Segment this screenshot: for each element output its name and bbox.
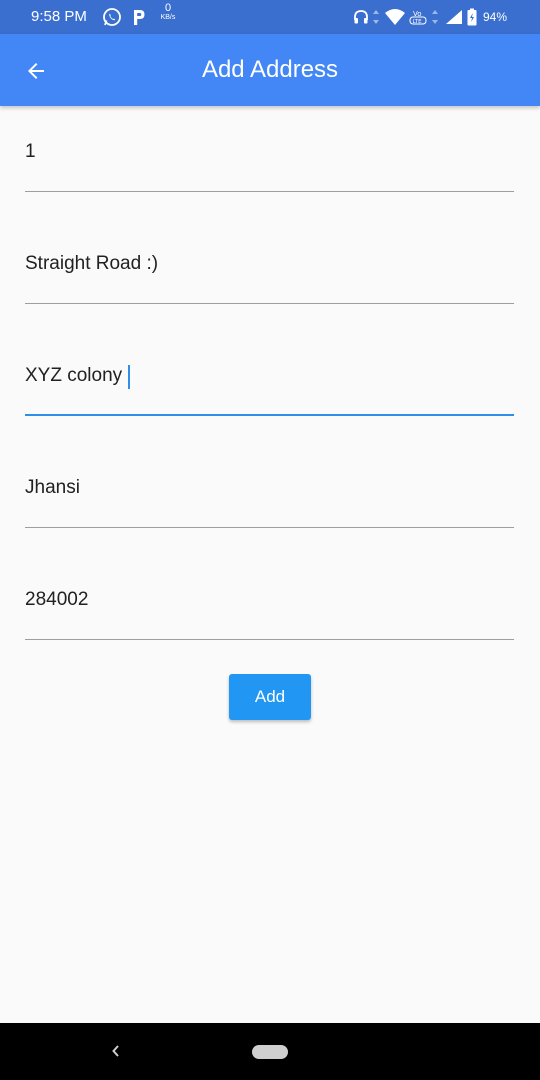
address-line-1-input[interactable] xyxy=(25,132,514,172)
signal-icon xyxy=(444,7,464,27)
page-title: Add Address xyxy=(201,56,339,83)
lte-arrows-icon xyxy=(430,7,440,27)
battery-icon xyxy=(465,7,479,27)
whatsapp-icon xyxy=(101,7,123,27)
pincode-input[interactable] xyxy=(25,580,514,620)
wifi-icon xyxy=(383,7,407,27)
svg-text:LTE: LTE xyxy=(413,19,423,25)
status-time: 9:58 PM xyxy=(31,8,87,25)
field-underline xyxy=(25,191,514,192)
battery-percent: 94% xyxy=(483,10,508,24)
address-field-2[interactable] xyxy=(25,244,514,304)
pincode-field[interactable] xyxy=(25,580,514,640)
field-underline-focused xyxy=(25,414,514,416)
p-icon xyxy=(131,7,147,27)
chevron-left-icon[interactable] xyxy=(106,1041,126,1061)
address-line-3-input[interactable] xyxy=(25,356,514,396)
network-speed-indicator: 0 KB/s xyxy=(158,2,178,22)
system-nav-bar xyxy=(0,1023,540,1080)
field-underline xyxy=(25,303,514,304)
headphones-icon xyxy=(352,7,370,27)
city-input[interactable] xyxy=(25,468,514,508)
address-field-3[interactable] xyxy=(25,356,514,416)
address-field-1[interactable] xyxy=(25,132,514,192)
field-underline xyxy=(25,639,514,640)
text-caret xyxy=(128,365,130,389)
network-speed-value: 0 xyxy=(164,2,172,14)
add-button[interactable]: Add xyxy=(229,674,311,720)
field-underline xyxy=(25,527,514,528)
status-bar: 9:58 PM 0 KB/s Vo LTE 94% xyxy=(0,0,540,34)
address-line-2-input[interactable] xyxy=(25,244,514,284)
city-field[interactable] xyxy=(25,468,514,528)
add-address-screen: 9:58 PM 0 KB/s Vo LTE 94% Add Address 1 … xyxy=(0,0,540,1080)
app-bar: Add Address xyxy=(0,34,540,106)
data-arrows-icon xyxy=(371,7,381,27)
network-speed-unit: KB/s xyxy=(160,14,176,21)
home-pill-icon[interactable] xyxy=(252,1045,288,1059)
volte-icon: Vo LTE xyxy=(408,7,428,27)
